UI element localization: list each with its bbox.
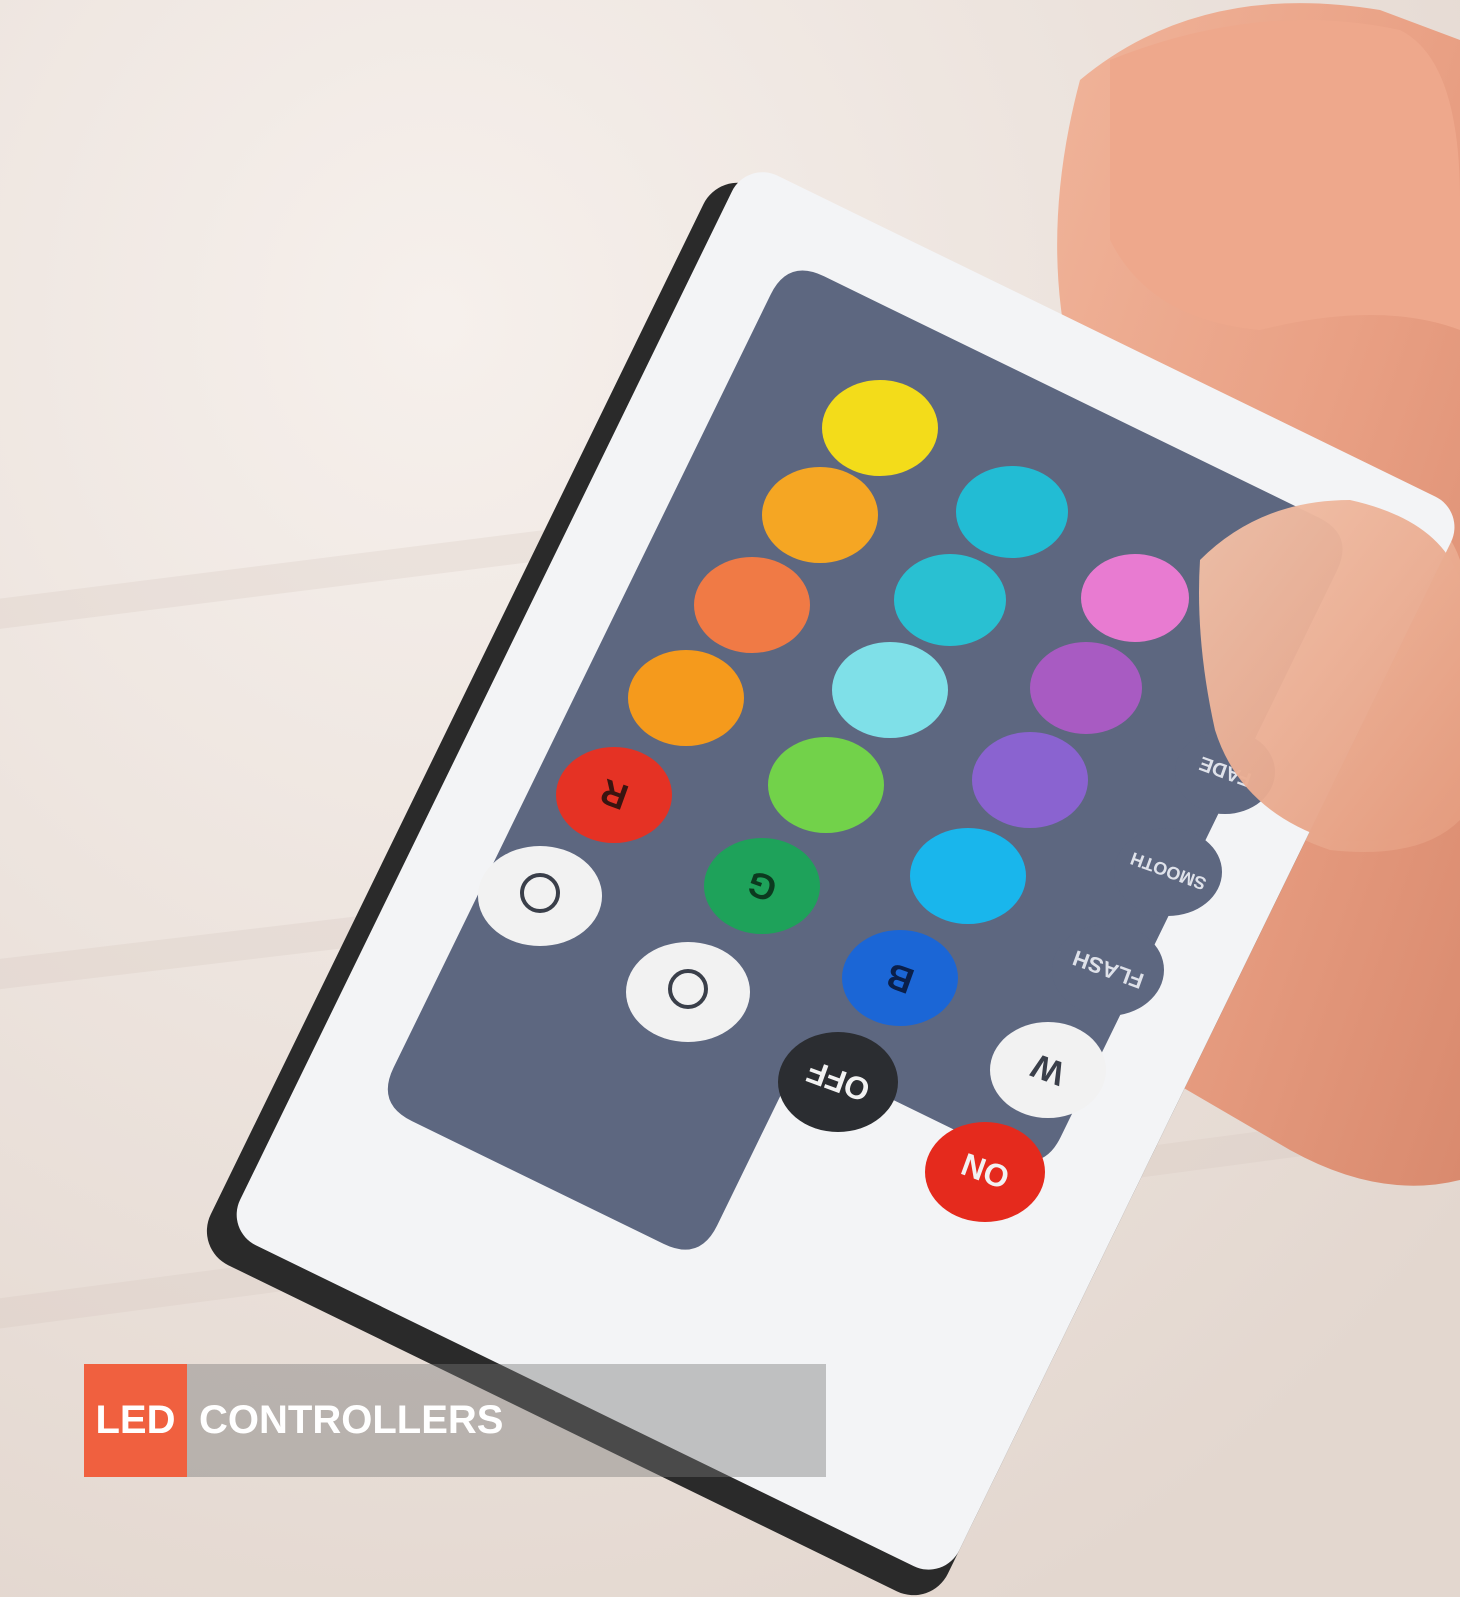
color-button	[972, 732, 1088, 828]
color-button	[768, 737, 884, 833]
color-button	[822, 380, 938, 476]
color-button	[910, 828, 1026, 924]
product-photo-frame: R G B OFF ON W FLASH SMOOTH FADE LED CON…	[0, 0, 1460, 1597]
color-button	[628, 650, 744, 746]
brightness-down-button	[478, 846, 602, 946]
color-button	[832, 642, 948, 738]
color-button	[762, 467, 878, 563]
banner-title: CONTROLLERS	[187, 1364, 826, 1477]
color-button	[894, 554, 1006, 646]
color-button	[694, 557, 810, 653]
color-button	[956, 466, 1068, 558]
banner-tag: LED	[84, 1364, 187, 1477]
finger	[1110, 20, 1460, 330]
color-button	[1081, 554, 1189, 642]
color-button	[1030, 642, 1142, 734]
brightness-up-button	[626, 942, 750, 1042]
remote-control-photo: R G B OFF ON W FLASH SMOOTH FADE	[0, 0, 1460, 1597]
category-banner[interactable]: LED CONTROLLERS	[84, 1364, 826, 1477]
